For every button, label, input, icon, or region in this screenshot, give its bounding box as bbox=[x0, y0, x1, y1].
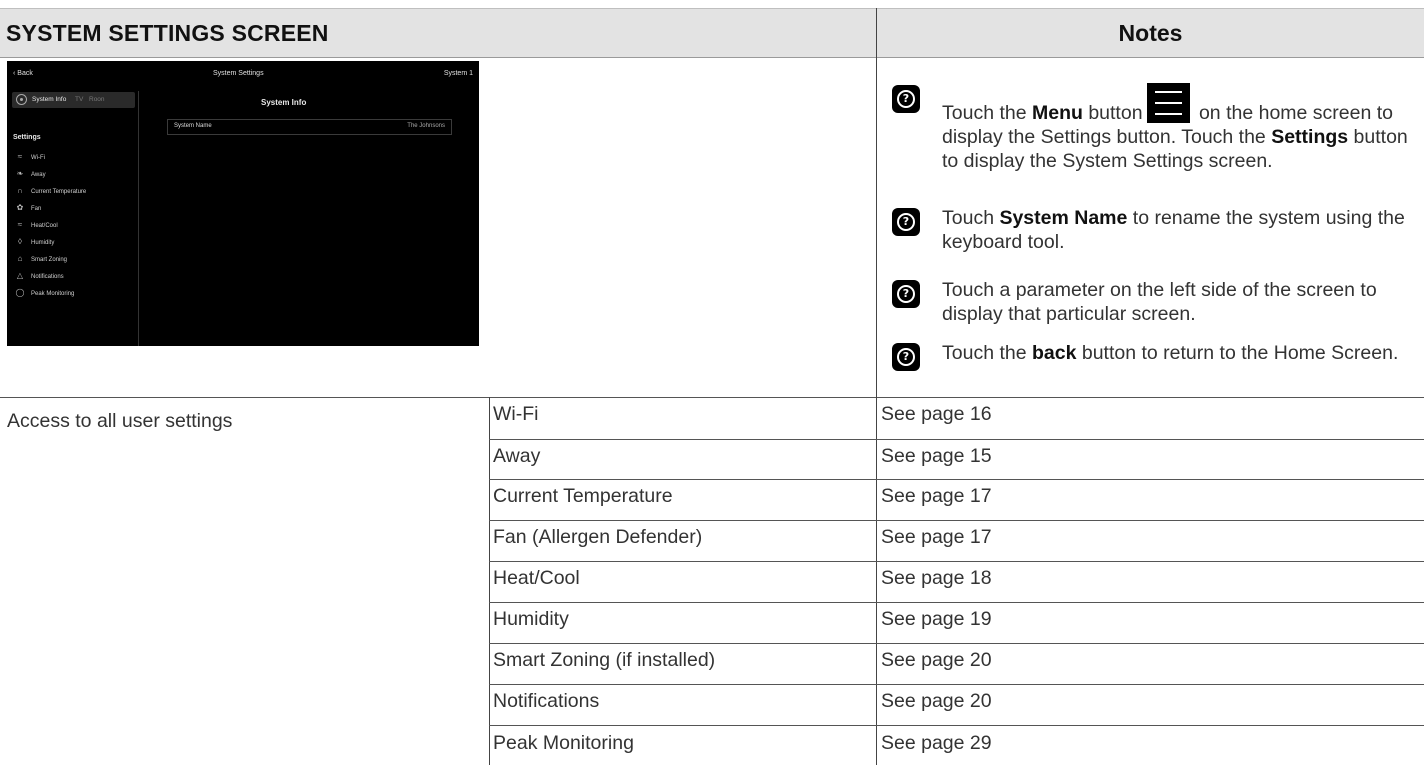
note-text: Touch the back button to return to the H… bbox=[942, 342, 1399, 364]
page-reference: See page 18 bbox=[881, 567, 992, 589]
table-row: Wi-Fi See page 16 bbox=[489, 398, 1424, 431]
device-system-name-value: The Johnsons bbox=[407, 123, 445, 129]
page-reference: See page 29 bbox=[881, 732, 992, 754]
note-icon: ? bbox=[892, 208, 920, 236]
note-icon: ? bbox=[892, 280, 920, 308]
table-row: Fan (Allergen Defender) See page 17 bbox=[489, 521, 1424, 554]
setting-name: Humidity bbox=[493, 608, 569, 630]
note-text: Touch a parameter on the left side of th… bbox=[942, 279, 1377, 325]
wifi-icon: ≈ bbox=[17, 152, 23, 161]
device-system-name-label: System Name bbox=[174, 123, 212, 129]
device-system-label: System 1 bbox=[443, 70, 473, 77]
device-menu-item: △ Notifications bbox=[13, 270, 64, 282]
fan-icon: ✿ bbox=[16, 203, 24, 212]
table-row: Smart Zoning (if installed) See page 20 bbox=[489, 644, 1424, 677]
page-reference: See page 19 bbox=[881, 608, 992, 630]
bell-icon: △ bbox=[16, 271, 24, 280]
device-system-name-row: System Name The Johnsons bbox=[167, 119, 452, 135]
device-menu-item: ∩ Current Temperature bbox=[13, 185, 86, 197]
setting-name: Notifications bbox=[493, 690, 600, 712]
device-screenshot: ‹ Back System Settings System 1 System I… bbox=[7, 61, 479, 346]
droplet-icon: ◊ bbox=[18, 237, 22, 246]
device-tab-system-info: System Info bbox=[32, 96, 67, 103]
device-settings-heading: Settings bbox=[13, 134, 41, 141]
device-menu-item: ≈ Wi-Fi bbox=[13, 151, 45, 163]
section-title: SYSTEM SETTINGS SCREEN bbox=[6, 20, 329, 46]
setting-name: Wi-Fi bbox=[493, 403, 539, 425]
device-tab-room: Roon bbox=[89, 96, 105, 103]
setting-name: Peak Monitoring bbox=[493, 732, 634, 754]
device-menu-item: ⌂ Smart Zoning bbox=[13, 253, 67, 265]
page-reference: See page 16 bbox=[881, 403, 992, 425]
device-sidebar-divider bbox=[138, 91, 139, 346]
table-row: Peak Monitoring See page 29 bbox=[489, 727, 1424, 760]
device-tab-tv: TV bbox=[75, 96, 84, 103]
table-row: Current Temperature See page 17 bbox=[489, 480, 1424, 513]
zoning-icon: ⌂ bbox=[17, 254, 23, 263]
page: SYSTEM SETTINGS SCREEN Notes ‹ Back Syst… bbox=[0, 0, 1424, 765]
note-icon: ? bbox=[892, 343, 920, 371]
page-reference: See page 17 bbox=[881, 526, 992, 548]
page-reference: See page 20 bbox=[881, 690, 992, 712]
peak-icon: ◯ bbox=[15, 288, 25, 297]
heat-cool-icon: ≈ bbox=[17, 220, 23, 229]
page-reference: See page 15 bbox=[881, 445, 992, 467]
note-icon: ? bbox=[892, 85, 920, 113]
device-menu-item: ≈ Heat/Cool bbox=[13, 219, 58, 231]
notes-column-title: Notes bbox=[1118, 20, 1183, 46]
device-panel-title: System Info bbox=[261, 98, 307, 107]
row-divider bbox=[489, 725, 1424, 726]
table-row: Heat/Cool See page 18 bbox=[489, 562, 1424, 595]
device-back-button: ‹ Back bbox=[13, 70, 33, 77]
leaf-icon: ❧ bbox=[16, 169, 24, 178]
device-tabs: System Info TV Roon bbox=[12, 92, 135, 108]
table-row: Away See page 15 bbox=[489, 440, 1424, 473]
note-text: Touch System Name to rename the system u… bbox=[942, 207, 1405, 253]
device-menu-item: ✿ Fan bbox=[13, 202, 42, 214]
setting-name: Current Temperature bbox=[493, 485, 673, 507]
note-text: Touch the Menu button on the home screen… bbox=[942, 83, 1417, 173]
setting-name: Fan (Allergen Defender) bbox=[493, 526, 703, 548]
device-menu-item: ◊ Humidity bbox=[13, 236, 54, 248]
device-screen-title: System Settings bbox=[213, 70, 264, 77]
table-row: Notifications See page 20 bbox=[489, 685, 1424, 718]
access-label: Access to all user settings bbox=[7, 410, 233, 432]
table-row: Humidity See page 19 bbox=[489, 603, 1424, 636]
thermometer-icon: ∩ bbox=[17, 186, 23, 195]
target-icon bbox=[16, 94, 27, 105]
device-menu-item: ◯ Peak Monitoring bbox=[13, 287, 75, 299]
device-menu-item: ❧ Away bbox=[13, 168, 46, 180]
menu-icon bbox=[1146, 83, 1190, 123]
setting-name: Heat/Cool bbox=[493, 567, 580, 589]
setting-name: Away bbox=[493, 445, 541, 467]
column-divider bbox=[876, 8, 877, 398]
page-reference: See page 20 bbox=[881, 649, 992, 671]
page-reference: See page 17 bbox=[881, 485, 992, 507]
setting-name: Smart Zoning (if installed) bbox=[493, 649, 716, 671]
